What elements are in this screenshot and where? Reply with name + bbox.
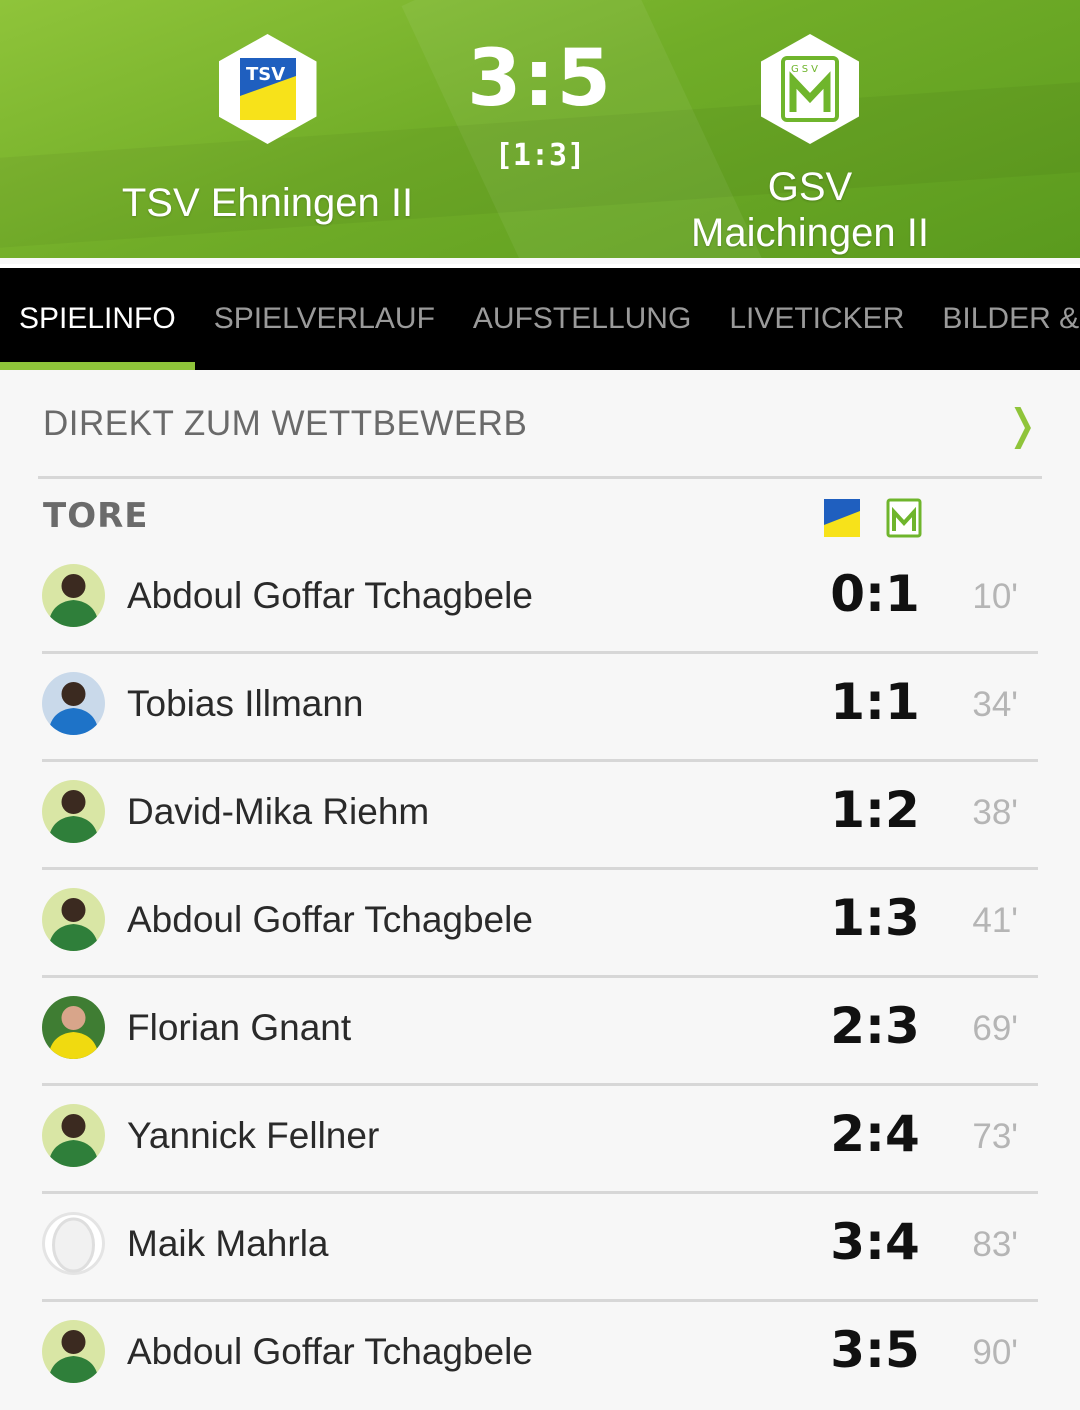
away-logo-text: GSV bbox=[791, 64, 821, 75]
player-avatar bbox=[42, 1212, 105, 1275]
away-team-logo: GSV bbox=[761, 34, 859, 144]
halftime-score: [1:3] bbox=[494, 138, 586, 173]
home-team[interactable]: TSV TSV Ehningen II bbox=[110, 34, 425, 226]
goal-row[interactable]: Maik Mahrla 3:4 83' bbox=[0, 1194, 1080, 1302]
goals-title: TORE bbox=[43, 496, 149, 536]
away-team-mini-logo bbox=[885, 498, 923, 538]
competition-link[interactable]: DIREKT ZUM WETTBEWERB ❭ bbox=[0, 370, 1080, 478]
home-team-mini-logo bbox=[823, 498, 861, 538]
away-team-name-line2: Maichingen II bbox=[691, 211, 929, 255]
goal-minute: 83' bbox=[972, 1225, 1018, 1264]
goal-minute: 90' bbox=[972, 1333, 1018, 1372]
home-team-logo: TSV bbox=[218, 34, 317, 144]
home-team-name: TSV Ehningen II bbox=[121, 181, 414, 225]
player-avatar bbox=[42, 888, 105, 951]
goal-row[interactable]: Florian Gnant 2:3 69' bbox=[0, 978, 1080, 1086]
player-avatar bbox=[42, 672, 105, 735]
goal-score: 2:3 bbox=[830, 997, 920, 1055]
player-avatar bbox=[42, 1320, 105, 1383]
goals-header: TORE bbox=[43, 496, 1040, 546]
player-avatar bbox=[42, 780, 105, 843]
goal-minute: 41' bbox=[972, 901, 1018, 940]
tab-bilder[interactable]: BILDER & V bbox=[923, 268, 1080, 370]
goal-row[interactable]: Abdoul Goffar Tchagbele 0:1 10' bbox=[0, 546, 1080, 654]
goal-minute: 10' bbox=[972, 577, 1018, 616]
player-avatar bbox=[42, 996, 105, 1059]
player-avatar bbox=[42, 564, 105, 627]
divider bbox=[38, 476, 1042, 479]
player-name: Abdoul Goffar Tchagbele bbox=[127, 575, 533, 616]
goal-row[interactable]: Abdoul Goffar Tchagbele 1:3 41' bbox=[0, 870, 1080, 978]
player-name: Abdoul Goffar Tchagbele bbox=[127, 1331, 533, 1372]
player-name: Tobias Illmann bbox=[127, 683, 364, 724]
goal-score: 1:1 bbox=[830, 673, 920, 731]
player-name: Florian Gnant bbox=[127, 1007, 352, 1048]
tab-spielinfo[interactable]: SPIELINFO bbox=[0, 268, 195, 370]
goal-row[interactable]: Yannick Fellner 2:4 73' bbox=[0, 1086, 1080, 1194]
match-header: TSV TSV Ehningen II 3:5 [1:3] GSV GSV Ma… bbox=[0, 0, 1080, 258]
goal-row[interactable]: Tobias Illmann 1:1 34' bbox=[0, 654, 1080, 762]
goal-minute: 69' bbox=[972, 1009, 1018, 1048]
goals-list: Abdoul Goffar Tchagbele 0:1 10' Tobias Illm… bbox=[0, 546, 1080, 1410]
goal-row[interactable]: Abdoul Goffar Tchagbele 3:5 90' bbox=[0, 1302, 1080, 1410]
away-team[interactable]: GSV GSV Maichingen II bbox=[660, 34, 960, 256]
goal-minute: 73' bbox=[972, 1117, 1018, 1156]
tab-bar: SPIELINFO SPIELVERLAUF AUFSTELLUNG LIVET… bbox=[0, 264, 1080, 370]
chevron-right-icon: ❭ bbox=[1004, 400, 1040, 448]
scoreboard: 3:5 [1:3] bbox=[440, 34, 640, 173]
goal-score: 0:1 bbox=[830, 565, 920, 623]
tab-spielverlauf[interactable]: SPIELVERLAUF bbox=[195, 268, 454, 370]
goal-score: 1:2 bbox=[830, 781, 920, 839]
player-name: David-Mika Riehm bbox=[127, 791, 430, 832]
goal-score: 2:4 bbox=[830, 1105, 920, 1163]
goal-score: 3:5 bbox=[830, 1321, 920, 1379]
player-name: Abdoul Goffar Tchagbele bbox=[127, 899, 533, 940]
goal-score: 1:3 bbox=[830, 889, 920, 947]
player-avatar bbox=[42, 1104, 105, 1167]
tab-liveticker[interactable]: LIVETICKER bbox=[710, 268, 923, 370]
away-team-name: GSV Maichingen II bbox=[660, 164, 960, 256]
goal-minute: 38' bbox=[972, 793, 1018, 832]
player-name: Maik Mahrla bbox=[127, 1223, 329, 1264]
home-logo-text: TSV bbox=[246, 64, 285, 85]
tab-aufstellung[interactable]: AUFSTELLUNG bbox=[454, 268, 710, 370]
goal-minute: 34' bbox=[972, 685, 1018, 724]
final-score: 3:5 bbox=[467, 34, 613, 124]
goal-score: 3:4 bbox=[830, 1213, 920, 1271]
goal-row[interactable]: David-Mika Riehm 1:2 38' bbox=[0, 762, 1080, 870]
player-name: Yannick Fellner bbox=[127, 1115, 380, 1156]
competition-link-label: DIREKT ZUM WETTBEWERB bbox=[43, 404, 528, 443]
away-team-name-line1: GSV bbox=[767, 165, 853, 209]
